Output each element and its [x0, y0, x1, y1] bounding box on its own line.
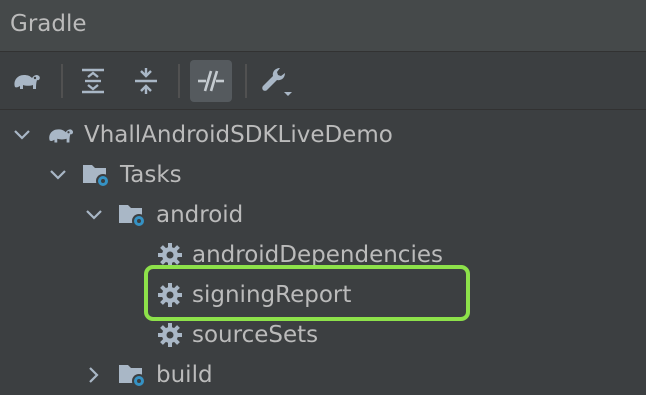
task-label: sourceSets [192, 322, 319, 348]
expand-all-button[interactable] [72, 60, 114, 102]
gradle-task-tree: VhallAndroidSDKLiveDemo Tasks android an… [0, 111, 646, 388]
tree-row-build[interactable]: build [0, 355, 646, 395]
android-folder-label: android [156, 202, 244, 228]
tree-row-task[interactable]: signingReport [0, 275, 646, 315]
tree-row-tasks[interactable]: Tasks [0, 155, 646, 195]
gradle-project-icon [49, 129, 74, 143]
chevron-right-icon[interactable] [84, 365, 104, 385]
toggle-offline-icon [198, 70, 224, 92]
chevron-down-icon[interactable] [48, 165, 68, 185]
chevron-down-icon[interactable] [12, 125, 32, 145]
gear-icon [158, 323, 182, 347]
build-tool-settings-icon [262, 68, 292, 96]
build-folder-label: build [156, 362, 213, 388]
tree-row-task[interactable]: sourceSets [0, 315, 646, 355]
task-folder-icon [119, 365, 146, 388]
tree-row-task[interactable]: androidDependencies [0, 235, 646, 275]
panel-title: Gradle [10, 11, 87, 37]
tree-row-android[interactable]: android [0, 195, 646, 235]
panel-titlebar: Gradle [0, 0, 646, 52]
gear-icon [158, 283, 182, 307]
collapse-all-icon [135, 68, 157, 94]
gradle-toolbar [0, 52, 646, 110]
task-folder-icon [83, 165, 110, 188]
task-label: signingReport [192, 282, 352, 308]
project-name: VhallAndroidSDKLiveDemo [84, 122, 393, 148]
toggle-offline-button[interactable] [190, 60, 232, 102]
expand-all-icon [82, 68, 104, 94]
gear-icon [158, 243, 182, 267]
collapse-all-button[interactable] [125, 60, 167, 102]
task-label: androidDependencies [192, 242, 443, 268]
toolbar-separator [178, 64, 180, 98]
tree-row-project[interactable]: VhallAndroidSDKLiveDemo [0, 115, 646, 155]
task-folder-icon [119, 205, 146, 228]
gradle-elephant-button[interactable] [6, 60, 48, 102]
chevron-down-icon[interactable] [84, 205, 104, 225]
toolbar-separator [245, 64, 247, 98]
build-tool-settings-button[interactable] [256, 60, 298, 102]
tasks-folder-label: Tasks [120, 162, 182, 188]
toolbar-separator [61, 64, 63, 98]
gradle-elephant-icon [14, 74, 40, 89]
